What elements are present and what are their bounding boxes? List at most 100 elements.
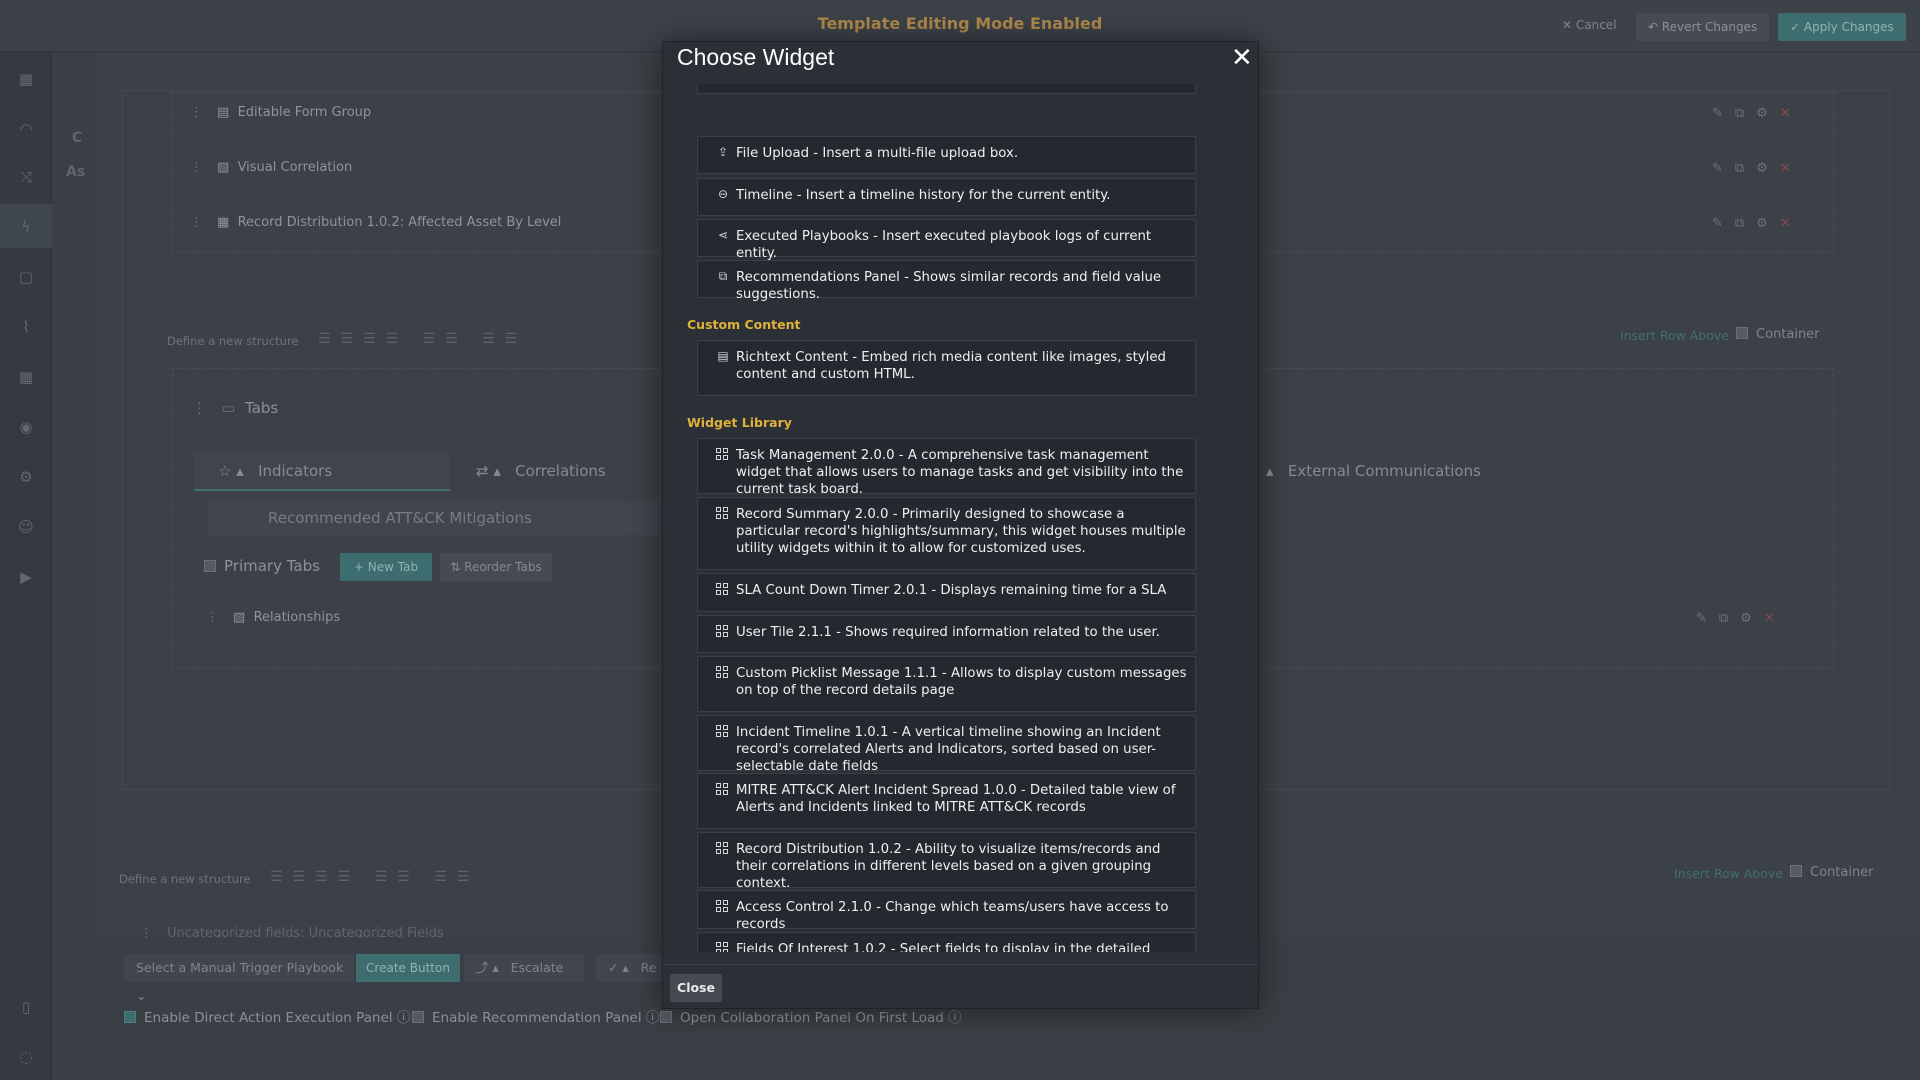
widget-access-control[interactable]: Access Control 2.1.0 - Change which team… bbox=[697, 890, 1196, 932]
widget-icon bbox=[716, 942, 729, 952]
list-item[interactable] bbox=[697, 84, 1196, 94]
recommendation-panel-checkbox[interactable]: Enable Recommendation Panel ⓘ bbox=[412, 1006, 659, 1026]
reorder-tabs-button[interactable]: ⇅ Reorder Tabs bbox=[440, 553, 552, 581]
insert-row-above-link-2[interactable]: Insert Row Above bbox=[1674, 866, 1783, 881]
layout-structure-options[interactable]: ☰☰☰☰ ☰☰ ☰☰ bbox=[318, 331, 527, 347]
widget-executed-playbooks[interactable]: ⋖ Executed Playbooks - Insert executed p… bbox=[697, 219, 1196, 261]
choose-widget-modal: Choose Widget ✕ ⇪ File Upload - Insert a… bbox=[662, 41, 1259, 1009]
bg-row-relationships[interactable]: ⋮ ▧ Relationships bbox=[206, 610, 340, 625]
container-checkbox[interactable]: Container bbox=[1736, 327, 1820, 342]
option-label: Enable Direct Action Execution Panel bbox=[144, 1010, 393, 1026]
direct-action-checkbox[interactable]: Enable Direct Action Execution Panel ⓘ bbox=[124, 1006, 410, 1026]
cancel-label: Cancel bbox=[1575, 18, 1617, 32]
widget-timeline[interactable]: ⊖ Timeline - Insert a timeline history f… bbox=[697, 178, 1196, 216]
upload-icon: ⇪ bbox=[717, 145, 729, 159]
new-tab-button[interactable]: + New Tab bbox=[340, 553, 432, 581]
widget-description: Access Control 2.1.0 - Change which team… bbox=[736, 900, 1169, 932]
subnav-letter-as[interactable]: As bbox=[66, 164, 85, 180]
timeline-icon: ⊖ bbox=[717, 187, 729, 201]
row-tools[interactable]: ✎⧉⚙✕ bbox=[1712, 216, 1803, 231]
widget-description: Fields Of Interest 1.0.2 - Select fields… bbox=[736, 942, 1151, 952]
widget-list[interactable]: ⇪ File Upload - Insert a multi-file uplo… bbox=[663, 84, 1258, 952]
widget-fields-of-interest[interactable]: Fields Of Interest 1.0.2 - Select fields… bbox=[697, 932, 1196, 952]
define-structure-label: Define a new structure bbox=[167, 334, 299, 348]
widget-description: Custom Picklist Message 1.1.1 - Allows t… bbox=[736, 666, 1187, 698]
tab-external-communications[interactable]: ▴ External Communications bbox=[1262, 451, 1602, 491]
widget-record-summary[interactable]: Record Summary 2.0.0 - Primarily designe… bbox=[697, 497, 1196, 570]
widget-icon bbox=[716, 507, 729, 520]
cancel-button[interactable]: ✕ Cancel bbox=[1562, 18, 1617, 32]
trash-icon[interactable]: ▯ bbox=[16, 997, 36, 1017]
bg-row-editable-form-group[interactable]: ⋮ ▤ Editable Form Group bbox=[190, 105, 371, 120]
widget-mitre-attack-spread[interactable]: MITRE ATT&CK Alert Incident Spread 1.0.0… bbox=[697, 773, 1196, 829]
widget-user-tile[interactable]: User Tile 2.1.1 - Shows required informa… bbox=[697, 615, 1196, 653]
recommendations-icon: ⧉ bbox=[718, 269, 728, 283]
playbook-icon: ⋖ bbox=[717, 228, 729, 242]
tab-label: External Communications bbox=[1287, 462, 1481, 480]
primary-tabs-label: Primary Tabs bbox=[224, 557, 320, 575]
widgets-icon[interactable]: ▦ bbox=[16, 367, 36, 387]
subnav-letter-c[interactable]: C bbox=[72, 130, 82, 146]
tab-label: Indicators bbox=[258, 462, 333, 480]
widget-richtext-content[interactable]: ▤ Richtext Content - Embed rich media co… bbox=[697, 340, 1196, 396]
close-icon[interactable]: ✕ bbox=[1231, 43, 1253, 73]
insert-row-above-link[interactable]: Insert Row Above bbox=[1620, 328, 1729, 343]
widget-description: Recommendations Panel - Shows similar re… bbox=[736, 270, 1162, 302]
widget-custom-picklist-message[interactable]: Custom Picklist Message 1.1.1 - Allows t… bbox=[697, 656, 1196, 712]
widget-recommendations-panel[interactable]: ⧉ Recommendations Panel - Shows similar … bbox=[697, 260, 1196, 302]
revert-label: Revert Changes bbox=[1661, 20, 1758, 34]
container-checkbox-2[interactable]: Container bbox=[1790, 865, 1874, 880]
escalate-label: Escalate bbox=[510, 960, 564, 975]
assets-icon[interactable]: ▢ bbox=[16, 267, 36, 287]
template-mode-banner: Template Editing Mode Enabled bbox=[817, 14, 1103, 33]
close-button[interactable]: Close bbox=[670, 974, 722, 1002]
bg-row-label: Editable Form Group bbox=[237, 105, 372, 120]
users-icon[interactable]: ☺ bbox=[16, 517, 36, 537]
widget-sla-countdown[interactable]: SLA Count Down Timer 2.0.1 - Displays re… bbox=[697, 573, 1196, 612]
create-button[interactable]: Create Button bbox=[356, 954, 460, 982]
resolve-button[interactable]: ✓ ▴ Re bbox=[596, 954, 662, 982]
widget-description: Record Distribution 1.0.2 - Ability to v… bbox=[736, 842, 1161, 891]
widget-icon bbox=[716, 783, 729, 796]
layout-structure-options-2[interactable]: ☰☰☰☰ ☰☰ ☰☰ bbox=[270, 869, 479, 885]
primary-tabs-checkbox[interactable]: Primary Tabs bbox=[204, 557, 320, 575]
playbook-select-label: Select a Manual Trigger Playbook bbox=[136, 960, 344, 975]
widget-icon bbox=[716, 842, 729, 855]
apply-changes-button[interactable]: ✓ Apply Changes bbox=[1778, 13, 1906, 41]
widget-record-distribution[interactable]: Record Distribution 1.0.2 - Ability to v… bbox=[697, 832, 1196, 891]
widget-icon bbox=[716, 725, 729, 738]
collaboration-panel-checkbox[interactable]: Open Collaboration Panel On First Load ⓘ bbox=[660, 1006, 962, 1026]
incidents-icon[interactable]: ◠ bbox=[16, 119, 36, 139]
tab-indicators[interactable]: ☆ ▴ Indicators bbox=[194, 451, 450, 491]
widget-description: File Upload - Insert a multi-file upload… bbox=[736, 146, 1019, 161]
widget-description: Richtext Content - Embed rich media cont… bbox=[736, 350, 1166, 382]
automation-icon[interactable]: ϟ bbox=[16, 217, 36, 237]
revert-changes-button[interactable]: ↶ Revert Changes bbox=[1636, 13, 1770, 41]
widget-icon bbox=[716, 583, 729, 596]
row-tools[interactable]: ✎⧉⚙✕ bbox=[1696, 611, 1787, 626]
widget-file-upload[interactable]: ⇪ File Upload - Insert a multi-file uplo… bbox=[697, 136, 1196, 174]
widget-incident-timeline[interactable]: Incident Timeline 1.0.1 - A vertical tim… bbox=[697, 715, 1196, 774]
escalate-button[interactable]: ⤴ ▴ Escalate bbox=[464, 954, 584, 982]
widget-description: User Tile 2.1.1 - Shows required informa… bbox=[736, 625, 1160, 640]
manual-trigger-playbook-select[interactable]: Select a Manual Trigger Playbook ⌄ bbox=[124, 954, 354, 1003]
bg-row-label: Relationships bbox=[253, 610, 341, 625]
tab-correlations[interactable]: ⇄ ▴ Correlations bbox=[466, 451, 666, 491]
bg-row-visual-correlation[interactable]: ⋮ ▧ Visual Correlation bbox=[190, 160, 352, 175]
dashboard-icon[interactable]: ▦ bbox=[16, 69, 36, 89]
help-icon[interactable]: ◌ bbox=[16, 1047, 36, 1067]
row-tools[interactable]: ✎⧉⚙✕ bbox=[1712, 106, 1803, 121]
widget-description: MITRE ATT&CK Alert Incident Spread 1.0.0… bbox=[736, 783, 1176, 815]
settings-nav-icon[interactable]: ⚙ bbox=[16, 467, 36, 487]
bg-row-record-distribution[interactable]: ⋮ ▦ Record Distribution 1.0.2: Affected A… bbox=[190, 215, 561, 230]
subtab-recommended-mitigations[interactable]: Recommended ATT&CK Mitigations bbox=[208, 501, 658, 535]
widget-task-management[interactable]: Task Management 2.0.0 - A comprehensive … bbox=[697, 438, 1196, 497]
threat-intel-icon[interactable]: ◉ bbox=[16, 417, 36, 437]
container-label: Container bbox=[1810, 865, 1874, 880]
reports-icon[interactable]: ⌇ bbox=[16, 317, 36, 337]
widget-icon bbox=[716, 900, 729, 913]
playbooks-icon[interactable]: ▶ bbox=[16, 567, 36, 587]
row-tools[interactable]: ✎⧉⚙✕ bbox=[1712, 161, 1803, 176]
shuffle-icon[interactable]: ⤨ bbox=[16, 167, 36, 187]
widget-library-heading: Widget Library bbox=[687, 415, 792, 430]
